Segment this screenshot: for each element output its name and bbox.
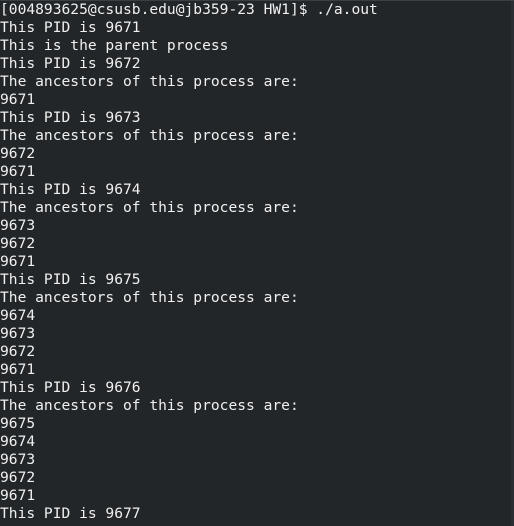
terminal-output: [004893625@csusb.edu@jb359-23 HW1]$ ./a.… [0,1,378,523]
output-line: This PID is 9671 [0,19,141,36]
output-line: 9672 [0,145,36,162]
output-line: The ancestors of this process are: [0,127,299,144]
output-line: 9673 [0,217,36,234]
terminal-window[interactable]: [004893625@csusb.edu@jb359-23 HW1]$ ./a.… [0,0,514,526]
output-line: 9671 [0,91,36,108]
output-line: The ancestors of this process are: [0,397,299,414]
output-line: 9672 [0,343,36,360]
output-line: 9675 [0,415,36,432]
output-line: This PID is 9674 [0,181,141,198]
output-line: 9674 [0,433,36,450]
command-prompt-line: [004893625@csusb.edu@jb359-23 HW1]$ ./a.… [0,1,378,18]
output-line: The ancestors of this process are: [0,199,299,216]
output-line: 9673 [0,451,36,468]
output-line: This PID is 9673 [0,109,141,126]
output-line: 9673 [0,325,36,342]
output-line: The ancestors of this process are: [0,289,299,306]
output-line: This PID is 9677 [0,505,141,522]
output-line: 9671 [0,163,36,180]
output-line: This PID is 9675 [0,271,141,288]
output-line: 9674 [0,307,36,324]
output-line: 9671 [0,253,36,270]
output-line: 9671 [0,487,36,504]
output-line: This is the parent process [0,37,229,54]
output-line: 9672 [0,235,36,252]
output-line: This PID is 9672 [0,55,141,72]
output-line: This PID is 9676 [0,379,141,396]
output-line: The ancestors of this process are: [0,73,299,90]
output-line: 9671 [0,361,36,378]
output-line: 9672 [0,469,36,486]
